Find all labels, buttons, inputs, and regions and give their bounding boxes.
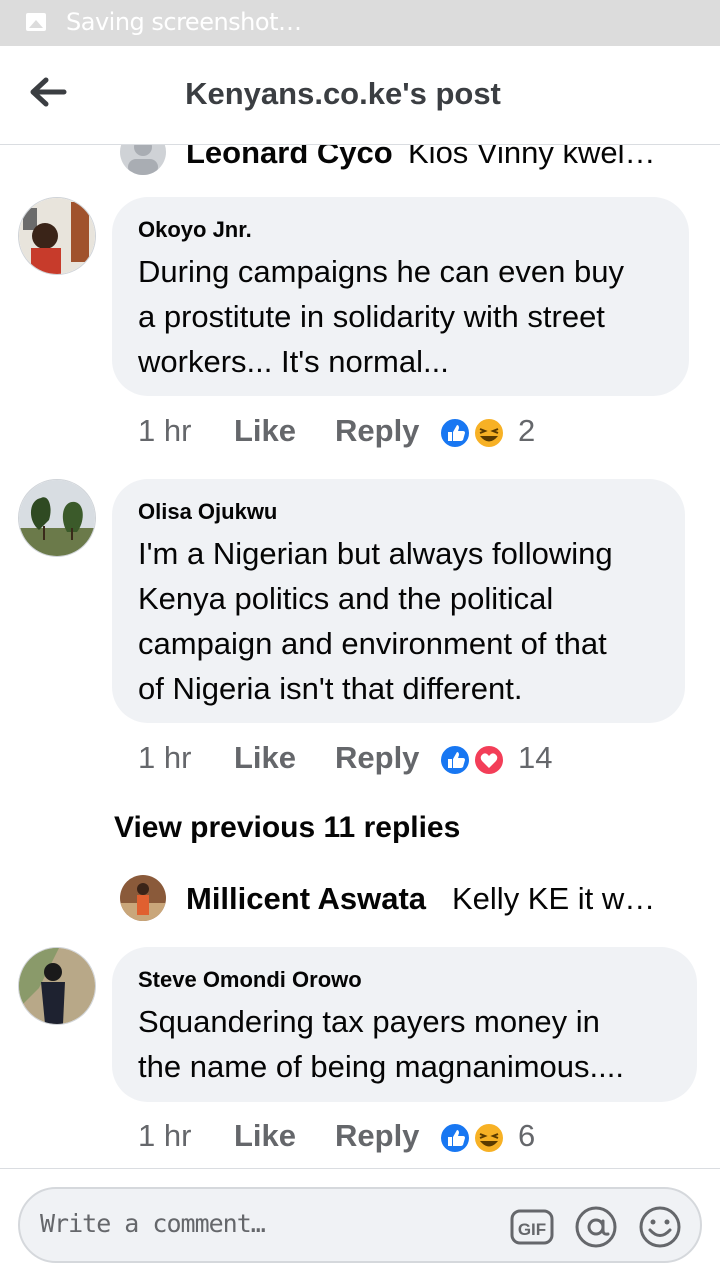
comment-time: 1 hr [138, 1118, 192, 1153]
comment-line: campaign and environment of that [138, 626, 607, 661]
reply-author[interactable]: Leonard Cyco [186, 145, 393, 171]
reply-button[interactable]: Reply [335, 1118, 419, 1154]
haha-icon [473, 1122, 505, 1154]
comment-line: a prostitute in solidarity with street [138, 299, 605, 334]
comment-bubble[interactable]: Steve Omondi Orowo Squandering tax payer… [112, 947, 697, 1102]
comment-line: During campaigns he can even buy [138, 254, 624, 289]
reactions-summary[interactable] [439, 744, 507, 776]
comment-line: I'm a Nigerian but always following [138, 536, 613, 571]
like-button[interactable]: Like [234, 413, 296, 449]
comment-author[interactable]: Okoyo Jnr. [138, 217, 252, 243]
page-title: Kenyans.co.ke's post [185, 76, 501, 111]
reaction-count[interactable]: 2 [518, 413, 535, 449]
comment-composer: Write a comment… GIF [0, 1168, 720, 1281]
comment-time: 1 hr [138, 413, 192, 448]
comment-text: I'm a Nigerian but always following Keny… [138, 531, 613, 711]
comment-time: 1 hr [138, 740, 192, 775]
gif-label: GIF [518, 1220, 546, 1239]
comment-line: Kenya politics and the political [138, 581, 554, 616]
page-header: Kenyans.co.ke's post [0, 46, 720, 145]
comment-input[interactable]: Write a comment… GIF [18, 1187, 702, 1263]
comment-text: During campaigns he can even buy a prost… [138, 249, 624, 384]
avatar[interactable] [120, 145, 166, 175]
emoji-icon[interactable] [638, 1205, 682, 1249]
reaction-count[interactable]: 14 [518, 740, 552, 776]
gif-icon[interactable]: GIF [510, 1205, 554, 1249]
reply-button[interactable]: Reply [335, 740, 419, 776]
reactions-summary[interactable] [439, 1122, 507, 1154]
comment-author[interactable]: Steve Omondi Orowo [138, 967, 362, 993]
comment-placeholder[interactable]: Write a comment… [40, 1209, 266, 1238]
comment-line: Squandering tax payers money in [138, 1004, 600, 1039]
reactions-summary[interactable] [439, 417, 507, 449]
like-button[interactable]: Like [234, 740, 296, 776]
mention-icon[interactable] [574, 1205, 618, 1249]
comment-line: the name of being magnanimous.... [138, 1049, 624, 1084]
reply-button[interactable]: Reply [335, 413, 419, 449]
reaction-count[interactable]: 6 [518, 1118, 535, 1154]
avatar[interactable] [18, 197, 96, 275]
comment-bubble[interactable]: Okoyo Jnr. During campaigns he can even … [112, 197, 689, 396]
comment-line: of Nigeria isn't that different. [138, 671, 523, 706]
image-icon [26, 13, 46, 31]
like-button[interactable]: Like [234, 1118, 296, 1154]
view-previous-replies[interactable]: View previous 11 replies [114, 811, 460, 845]
comment-line: workers... It's normal... [138, 344, 449, 379]
comment-text: Squandering tax payers money in the name… [138, 999, 624, 1089]
reply-snippet: Kios Vinny kwel… [408, 145, 656, 170]
status-text: Saving screenshot… [66, 8, 302, 36]
status-bar: Saving screenshot… [0, 0, 720, 46]
reply-snippet: Kelly KE it w… [452, 881, 656, 916]
comment-author[interactable]: Olisa Ojukwu [138, 499, 277, 525]
avatar[interactable] [18, 479, 96, 557]
avatar[interactable] [18, 947, 96, 1025]
comment-bubble[interactable]: Olisa Ojukwu I'm a Nigerian but always f… [112, 479, 685, 723]
reply-author[interactable]: Millicent Aswata [186, 881, 426, 917]
comments-list[interactable]: Leonard Cyco Kios Vinny kwel… Okoyo Jnr.… [0, 145, 720, 1167]
haha-icon [473, 417, 505, 449]
avatar[interactable] [120, 875, 166, 921]
